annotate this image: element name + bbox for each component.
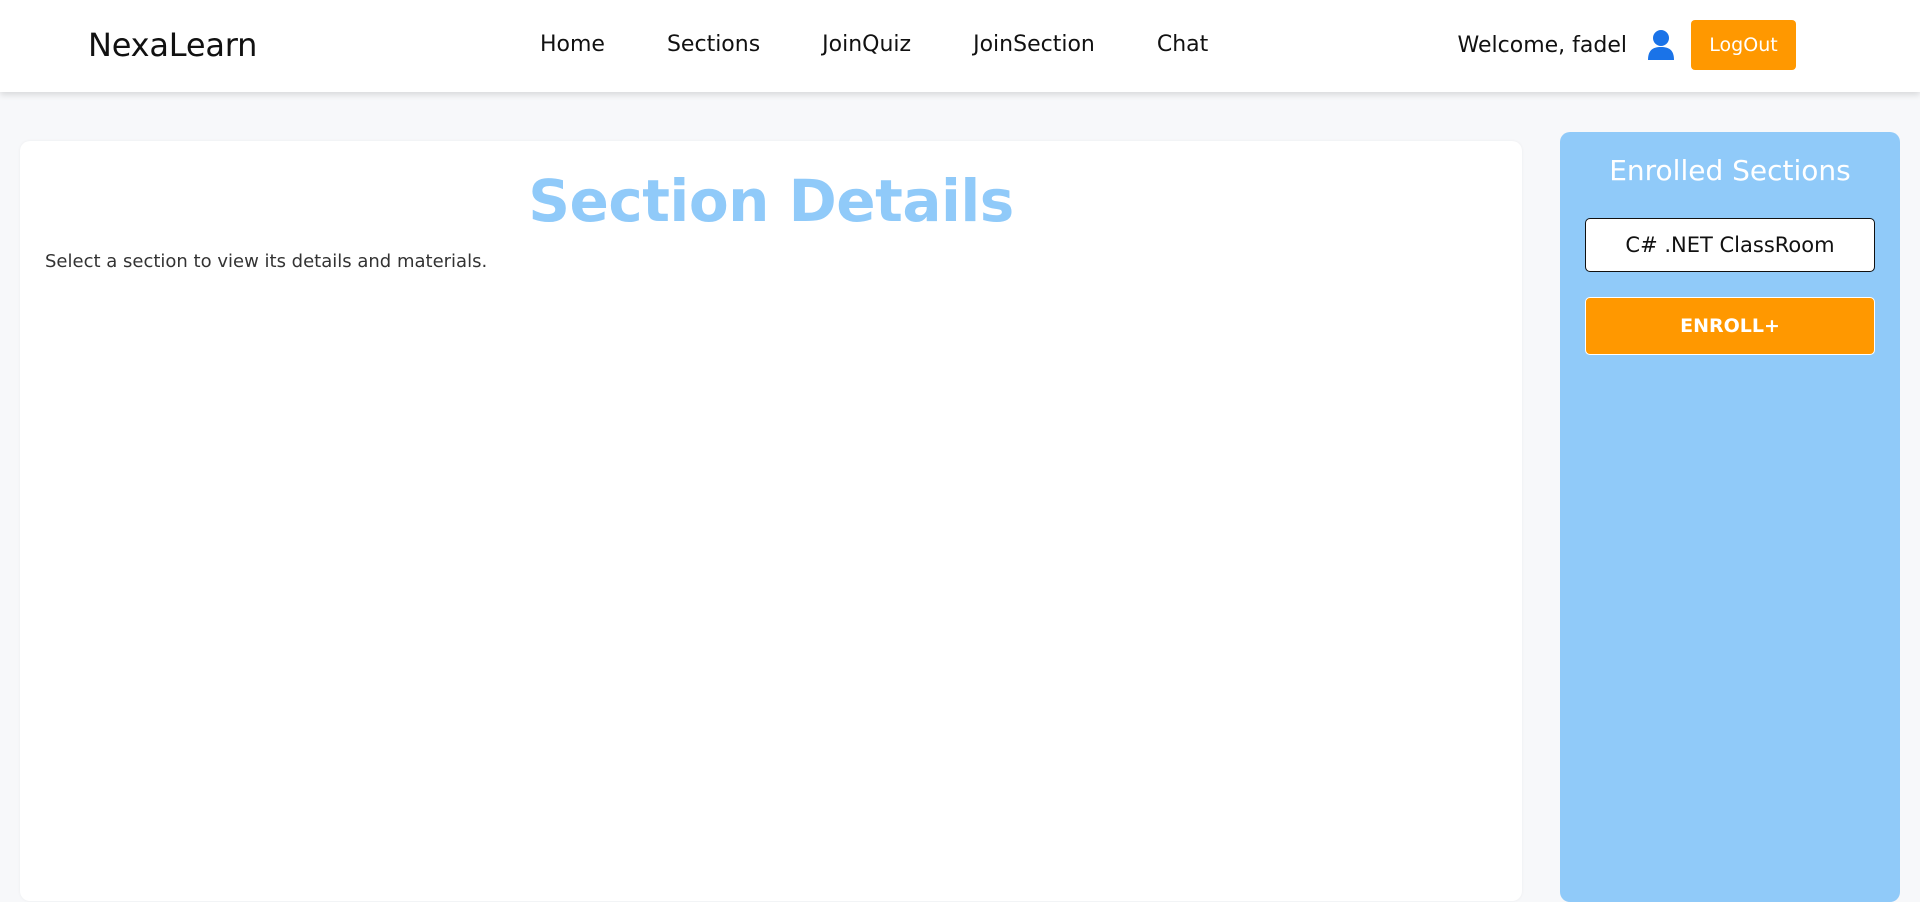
nav-chat[interactable]: Chat [1157, 30, 1208, 60]
section-details-panel: Section Details Select a section to view… [20, 141, 1522, 901]
user-area: Welcome, fadel LogOut [1458, 20, 1796, 70]
nav-joinsection[interactable]: JoinSection [973, 30, 1095, 60]
nav-sections[interactable]: Sections [667, 30, 760, 60]
welcome-text: Welcome, fadel [1457, 32, 1627, 58]
nav-joinquiz[interactable]: JoinQuiz [822, 30, 911, 60]
top-navbar: NexaLearn Home Sections JoinQuiz JoinSec… [0, 0, 1920, 92]
section-details-title: Section Details [528, 167, 1014, 235]
user-icon[interactable] [1647, 29, 1675, 61]
nav-home[interactable]: Home [540, 30, 605, 60]
enroll-button[interactable]: ENROLL+ [1585, 297, 1875, 355]
section-details-message: Select a section to view its details and… [45, 251, 488, 272]
main-nav: Home Sections JoinQuiz JoinSection Chat [540, 30, 1270, 60]
enrolled-sections-sidebar: Enrolled Sections C# .NET ClassRoom ENRO… [1560, 132, 1900, 902]
sidebar-title: Enrolled Sections [1609, 154, 1851, 187]
enrolled-section-item[interactable]: C# .NET ClassRoom [1585, 218, 1875, 272]
brand-logo[interactable]: NexaLearn [88, 24, 257, 66]
logout-button[interactable]: LogOut [1691, 20, 1796, 70]
